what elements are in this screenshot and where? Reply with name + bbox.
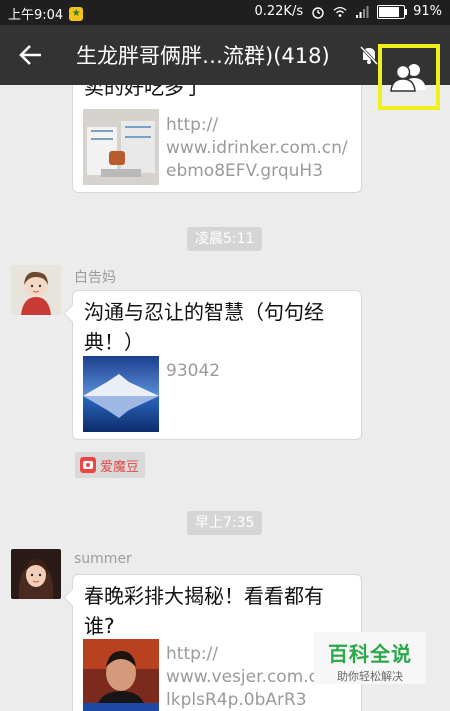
battery-icon [377, 4, 408, 19]
sender-name: summer [74, 551, 132, 567]
link-url: 93042 [166, 361, 221, 381]
avatar[interactable] [11, 265, 61, 315]
app-logo-icon [80, 457, 96, 473]
avatar[interactable] [11, 549, 61, 599]
wifi-icon [333, 6, 347, 17]
network-speed: 0.22K/s [254, 4, 304, 19]
arrow-left-icon[interactable] [18, 42, 44, 68]
link-url: http:// www.vesjer.com.c lkplsR4p.0bArR3 [166, 644, 319, 710]
watermark-badge: 百科全说 助你轻松解决 [314, 632, 426, 684]
timestamp-chip: 凌晨5:11 [187, 227, 263, 251]
app-source-tag[interactable]: 爱魔豆 [75, 452, 146, 478]
sender-name: 白告妈 [74, 270, 116, 286]
link-card-message[interactable]: 卖的好吃多了 http:// www.idrinker.com.cn/ ebmo… [72, 85, 362, 193]
chat-title: 生龙胖哥俩胖…流群)(418) [76, 44, 330, 68]
message-title: 沟通与忍让的智慧（句句经典！） [84, 300, 324, 354]
link-url: http:// www.idrinker.com.cn/ ebmo8EFV.gr… [166, 115, 348, 181]
watermark-sub: 助你轻松解决 [337, 670, 403, 683]
app-source-label: 爱魔豆 [100, 459, 140, 475]
link-thumbnail [83, 356, 159, 432]
avatar-image [11, 265, 61, 315]
signal-icon [356, 5, 369, 18]
chat-header: 生龙胖哥俩胖…流群)(418) [0, 25, 450, 110]
watermark-main: 百科全说 [328, 642, 412, 666]
link-card-message[interactable]: 沟通与忍让的智慧（句句经典！） 93042 [63, 290, 362, 440]
timestamp-chip: 早上7:35 [187, 511, 263, 535]
message-title: 春晚彩排大揭秘！看看都有谁? [84, 584, 324, 638]
alarm-icon [312, 6, 324, 19]
link-thumbnail [83, 109, 159, 185]
message-title: 卖的好吃多了 [84, 85, 204, 99]
link-thumbnail [83, 639, 159, 711]
avatar-image [11, 549, 61, 599]
app-notification-icon: ★ [69, 6, 84, 21]
battery-percent: 91% [413, 4, 442, 19]
bell-muted-icon [359, 45, 379, 66]
status-time: 上午9:04 [8, 8, 64, 23]
chat-message-list[interactable]: 卖的好吃多了 http:// www.idrinker.com.cn/ ebmo… [0, 85, 450, 711]
status-bar: 上午9:04 ★ 0.22K/s 91% [0, 0, 450, 25]
